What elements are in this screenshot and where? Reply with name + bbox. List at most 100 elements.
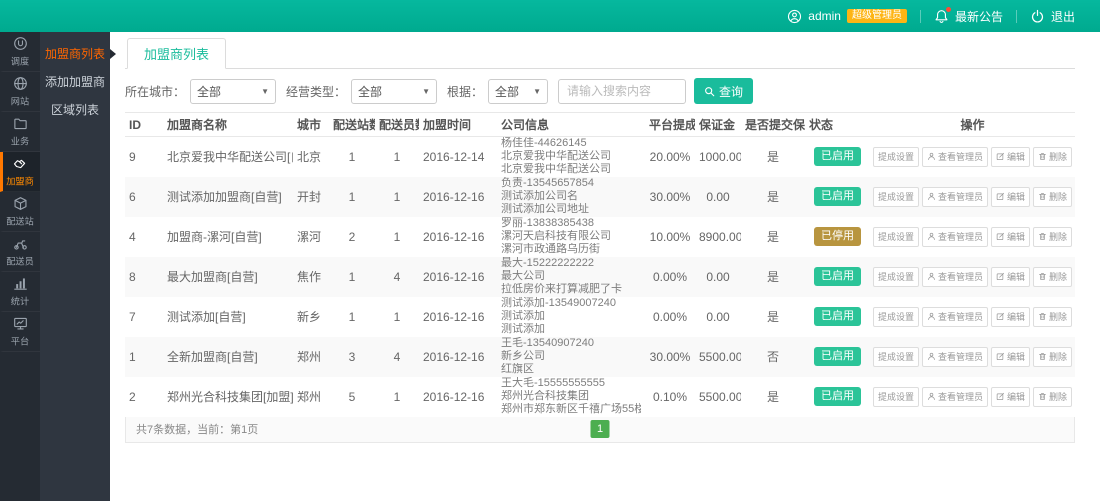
cell-station-count: 3 — [348, 349, 356, 364]
action-buttons: 提成设置 查看管理员 编辑 删除 — [872, 266, 1073, 287]
user-icon — [927, 392, 936, 401]
type-filter-label: 经营类型： — [286, 84, 347, 99]
cell-deposit-paid: 是 — [766, 190, 779, 204]
cell-deposit-paid: 是 — [766, 150, 779, 165]
delete-button[interactable]: 删除 — [1033, 306, 1073, 327]
cell-courier-count: 4 — [393, 349, 401, 364]
cell-actions: 提成设置 查看管理员 编辑 删除 — [870, 297, 1075, 337]
view-admin-button[interactable]: 查看管理员 — [921, 226, 988, 247]
sidebar-item-website[interactable]: 网站 — [0, 72, 40, 112]
company-info-line: 杨佳佳-44626145 — [501, 137, 587, 150]
action-button-label: 编辑 — [1007, 392, 1026, 402]
chevron-down-icon: ▼ — [261, 86, 270, 96]
action-button-label: 编辑 — [1007, 152, 1026, 163]
power-icon — [1030, 9, 1045, 24]
tab-franchisee-list[interactable]: 加盟商列表 — [127, 38, 227, 69]
commission-settings-button[interactable]: 提成设置 — [872, 226, 919, 247]
sidebar-item-business[interactable]: 业务 — [0, 112, 40, 152]
cell-commission-rate: 20.00% — [649, 149, 691, 164]
submenu-item-region-list[interactable]: 区域列表 — [40, 96, 110, 124]
delete-button[interactable]: 删除 — [1033, 346, 1073, 367]
cell-id: 9 — [129, 149, 136, 164]
delete-button[interactable]: 删除 — [1033, 226, 1073, 247]
column-header: ID — [125, 112, 163, 137]
topbar-right: admin 超级管理员 最新公告 退出 — [774, 0, 1100, 32]
commission-settings-button[interactable]: 提成设置 — [872, 386, 919, 407]
city-select-value: 全部 — [197, 84, 222, 99]
status-badge: 已停用 — [814, 227, 861, 246]
user-menu[interactable]: admin 超级管理员 — [774, 0, 920, 32]
courier-icon — [13, 236, 28, 251]
commission-settings-button[interactable]: 提成设置 — [872, 186, 919, 207]
status-badge: 已启用 — [814, 307, 861, 326]
delete-button[interactable]: 删除 — [1033, 386, 1073, 407]
view-admin-button[interactable]: 查看管理员 — [921, 386, 988, 407]
delete-button[interactable]: 删除 — [1033, 266, 1073, 287]
search-input[interactable] — [558, 78, 687, 104]
cell-company-info: 测试添加-13549007240 测试添加 测试添加 — [497, 297, 645, 337]
cell-franchisee-name: 北京爱我中华配送公司[自营] — [167, 150, 293, 165]
action-button-label: 提成设置 — [877, 152, 914, 163]
pagination-page-1[interactable]: 1 — [590, 420, 610, 438]
status-badge: 已启用 — [814, 347, 861, 366]
sidebar-item-platform[interactable]: 平台 — [0, 312, 40, 352]
delete-button[interactable]: 删除 — [1033, 186, 1073, 207]
delete-button[interactable]: 删除 — [1033, 146, 1073, 167]
cell-deposit: 8900.00 — [699, 229, 741, 244]
cell-commission-rate: 0.00% — [652, 269, 688, 284]
cell-commission-rate: 10.00% — [649, 229, 691, 244]
sidebar-item-station[interactable]: 配送站 — [0, 192, 40, 232]
cell-id: 1 — [129, 349, 136, 364]
cell-actions: 提成设置 查看管理员 编辑 删除 — [870, 137, 1075, 177]
commission-settings-button[interactable]: 提成设置 — [872, 306, 919, 327]
cell-actions: 提成设置 查看管理员 编辑 删除 — [870, 337, 1075, 377]
action-button-label: 编辑 — [1007, 312, 1026, 322]
edit-button[interactable]: 编辑 — [991, 306, 1031, 327]
action-button-label: 查看管理员 — [937, 232, 983, 242]
status-badge: 已启用 — [814, 267, 861, 286]
commission-settings-button[interactable]: 提成设置 — [872, 346, 919, 367]
edit-icon — [996, 272, 1005, 281]
cell-deposit-paid: 是 — [766, 310, 779, 324]
sidebar-item-stats[interactable]: 统计 — [0, 272, 40, 312]
business-type-select[interactable]: 全部 ▼ — [351, 78, 438, 104]
search-by-select[interactable]: 全部 ▼ — [488, 78, 549, 104]
company-info-line: 北京爱我中华配送公司 — [501, 150, 611, 163]
main-content: 加盟商列表 所在城市： 全部 ▼ 经营类型： 全部 ▼ 根据： 全部 ▼ 查询 … — [110, 32, 1100, 501]
cell-deposit-paid: 否 — [766, 350, 779, 364]
edit-button[interactable]: 编辑 — [991, 346, 1031, 367]
action-button-label: 编辑 — [1007, 272, 1026, 282]
view-admin-button[interactable]: 查看管理员 — [921, 346, 988, 367]
city-select[interactable]: 全部 ▼ — [190, 78, 277, 104]
sidebar-item-dispatch[interactable]: 调度 — [0, 32, 40, 72]
company-info-line: 王毛-13540907240 — [501, 337, 594, 349]
company-info-line: 王大毛-15555555555 — [501, 377, 605, 389]
search-button[interactable]: 查询 — [694, 78, 754, 104]
action-button-label: 提成设置 — [877, 312, 914, 322]
edit-button[interactable]: 编辑 — [991, 186, 1031, 207]
cell-status: 已启用 — [805, 137, 870, 177]
submenu-item-franchisee-list[interactable]: 加盟商列表 — [40, 40, 116, 68]
sidebar-item-franchisee[interactable]: 加盟商 — [0, 152, 40, 192]
edit-button[interactable]: 编辑 — [991, 146, 1031, 167]
submenu-item-add-franchisee[interactable]: 添加加盟商 — [40, 68, 110, 96]
edit-button[interactable]: 编辑 — [991, 266, 1031, 287]
logout-label: 退出 — [1050, 9, 1075, 24]
view-admin-button[interactable]: 查看管理员 — [921, 266, 988, 287]
view-admin-button[interactable]: 查看管理员 — [921, 306, 988, 327]
sidebar-item-courier[interactable]: 配送员 — [0, 232, 40, 272]
edit-button[interactable]: 编辑 — [991, 386, 1031, 407]
table-row: 1 全新加盟商[自营] 郑州 3 4 2016-12-16 王毛-1354090… — [125, 336, 1075, 377]
cell-deposit-paid: 是 — [766, 390, 779, 404]
announcements-button[interactable]: 最新公告 — [921, 0, 1016, 32]
commission-settings-button[interactable]: 提成设置 — [872, 146, 919, 167]
commission-settings-button[interactable]: 提成设置 — [872, 266, 919, 287]
company-info-line: 拉低房价来打算减肥了卡 — [501, 283, 622, 295]
edit-icon — [996, 152, 1005, 161]
edit-button[interactable]: 编辑 — [991, 226, 1031, 247]
search-by-select-value: 全部 — [495, 84, 520, 99]
logout-button[interactable]: 退出 — [1017, 0, 1088, 32]
view-admin-button[interactable]: 查看管理员 — [921, 146, 988, 167]
business-type-select-value: 全部 — [358, 84, 383, 99]
view-admin-button[interactable]: 查看管理员 — [921, 186, 988, 207]
